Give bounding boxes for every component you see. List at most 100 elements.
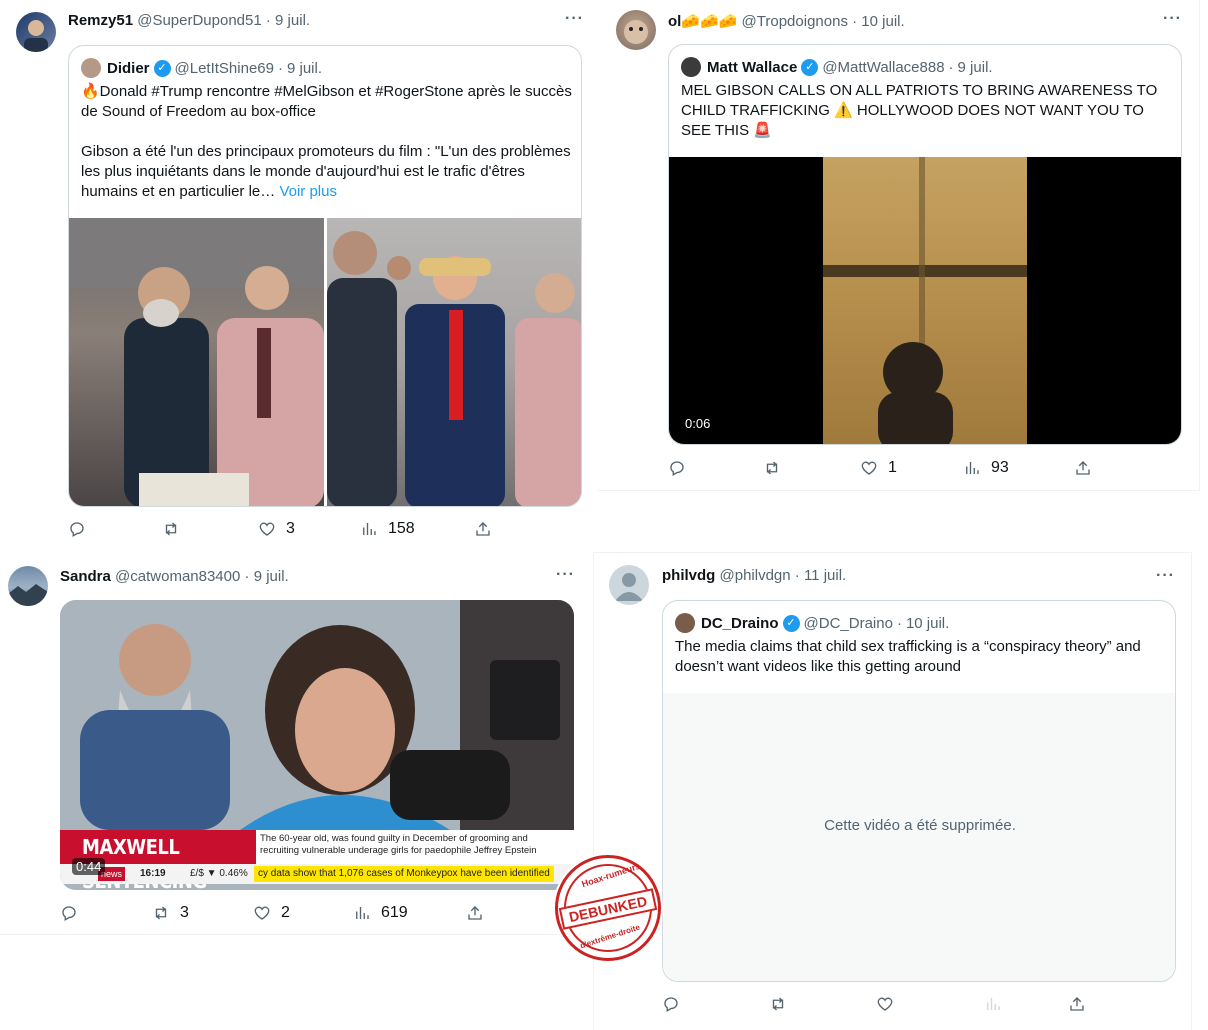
- more-options-icon[interactable]: ···: [556, 566, 575, 584]
- person-avatar-icon: [24, 20, 48, 52]
- video-frame: [823, 157, 1027, 444]
- share-icon: [476, 522, 490, 536]
- author-handle[interactable]: @Tropdoignons: [742, 13, 848, 30]
- heart-icon: [259, 522, 275, 536]
- photo-trump-stone[interactable]: [327, 218, 581, 506]
- share-button[interactable]: [1074, 459, 1092, 477]
- quoted-handle[interactable]: @DC_Draino: [804, 615, 893, 632]
- reply-button[interactable]: [60, 904, 88, 922]
- hamster-avatar-icon: [624, 20, 648, 44]
- views-chart-icon: [356, 907, 369, 919]
- views-button[interactable]: 158: [360, 520, 415, 538]
- tweet-ol[interactable]: ol🧀🧀🧀 @Tropdoignons · 10 juil. ··· Matt …: [598, 0, 1200, 491]
- quoted-date: 9 juil.: [286, 59, 323, 77]
- like-count: 2: [281, 904, 290, 921]
- quoted-tweet[interactable]: Matt Wallace ✓ @MattWallace888 · 9 juil.…: [668, 44, 1182, 445]
- tweet-header: ol🧀🧀🧀 @Tropdoignons · 10 juil.: [668, 13, 905, 30]
- quoted-text: MEL GIBSON CALLS ON ALL PATRIOTS TO BRIN…: [681, 82, 1158, 139]
- avatar[interactable]: [609, 565, 649, 605]
- quoted-avatar[interactable]: [681, 57, 701, 77]
- quoted-header: Matt Wallace ✓ @MattWallace888 · 9 juil.: [681, 57, 993, 77]
- tweet-sandra[interactable]: Sandra @catwoman83400 · 9 juil. ··· MAXW…: [0, 552, 593, 935]
- retweet-icon: [165, 522, 177, 536]
- author-name[interactable]: ol🧀🧀🧀: [668, 13, 737, 30]
- author-name[interactable]: Remzy51: [68, 12, 133, 29]
- retweet-icon: [155, 906, 167, 920]
- tweet-header: philvdg @philvdgn · 11 juil.: [662, 567, 847, 584]
- removed-video-placeholder: Cette vidéo a été supprimée.: [663, 693, 1175, 981]
- retweet-button[interactable]: [162, 520, 190, 538]
- views-button[interactable]: 93: [963, 459, 1009, 477]
- heart-icon: [861, 461, 877, 475]
- video-player[interactable]: MAXWELL SENTENCING The 60-year old, was …: [60, 600, 574, 890]
- reply-button[interactable]: [662, 995, 680, 1013]
- views-button[interactable]: 619: [353, 904, 408, 922]
- views-button[interactable]: [984, 995, 1002, 1013]
- quoted-text-line2: Gibson a été l'un des principaux promote…: [81, 143, 571, 200]
- tweet-date[interactable]: 10 juil.: [861, 13, 904, 30]
- news-ticker: news 16:19 £/$ ▼ 0.46% cy data show that…: [60, 864, 574, 884]
- avatar[interactable]: [616, 10, 656, 50]
- heart-icon: [877, 997, 893, 1011]
- default-avatar-icon: [615, 573, 643, 601]
- quoted-text: 🔥Donald #Trump rencontre #MelGibson et #…: [81, 82, 573, 202]
- quoted-avatar[interactable]: [675, 613, 695, 633]
- like-button[interactable]: 3: [258, 520, 295, 538]
- lower-third: MAXWELL SENTENCING The 60-year old, was …: [60, 830, 574, 890]
- quoted-name[interactable]: DC_Draino: [701, 615, 779, 632]
- tweet-remzy51[interactable]: Remzy51 @SuperDupond51 · 9 juil. ··· Did…: [0, 0, 598, 548]
- video-player[interactable]: 0:06: [669, 157, 1181, 444]
- removed-video-notice: Cette vidéo a été supprimée.: [824, 817, 1016, 834]
- quoted-name[interactable]: Matt Wallace: [707, 59, 797, 76]
- tweet-header: Remzy51 @SuperDupond51 · 9 juil.: [68, 12, 311, 29]
- photo-content: [69, 218, 324, 506]
- view-count: 158: [388, 520, 415, 537]
- video-duration: 0:06: [681, 415, 715, 432]
- retweet-button[interactable]: [769, 995, 787, 1013]
- retweet-button[interactable]: [763, 459, 791, 477]
- retweet-count: 3: [180, 904, 189, 921]
- like-button[interactable]: 2: [253, 904, 290, 922]
- verified-badge-icon: ✓: [782, 614, 800, 632]
- like-button[interactable]: [876, 995, 894, 1013]
- reply-button[interactable]: [68, 520, 96, 538]
- views-chart-icon: [966, 462, 979, 474]
- photo-gibson-stone[interactable]: [69, 218, 324, 506]
- quoted-name[interactable]: Didier: [107, 60, 150, 77]
- quoted-avatar[interactable]: [81, 58, 101, 78]
- news-caption: The 60-year old, was found guilty in Dec…: [260, 833, 537, 856]
- tweet-philvdg[interactable]: philvdg @philvdgn · 11 juil. ··· DC_Drai…: [593, 552, 1192, 1030]
- tweet-date[interactable]: 9 juil.: [254, 568, 289, 585]
- more-options-icon[interactable]: ···: [1163, 10, 1182, 28]
- avatar[interactable]: [16, 12, 56, 52]
- tweet-date[interactable]: 11 juil.: [804, 567, 846, 584]
- author-name[interactable]: philvdg: [662, 567, 715, 584]
- author-handle[interactable]: @SuperDupond51: [137, 12, 261, 29]
- retweet-icon: [772, 997, 784, 1011]
- show-more-link[interactable]: Voir plus: [279, 183, 337, 200]
- quoted-handle[interactable]: @LetItShine69: [175, 60, 274, 77]
- like-button[interactable]: 1: [860, 459, 897, 477]
- author-name[interactable]: Sandra: [60, 568, 111, 585]
- reply-button[interactable]: [668, 459, 696, 477]
- heart-icon: [254, 906, 270, 920]
- avatar[interactable]: [8, 566, 48, 606]
- share-button[interactable]: [466, 904, 484, 922]
- share-button[interactable]: [1068, 995, 1086, 1013]
- tweet-date[interactable]: 9 juil.: [275, 12, 310, 29]
- quoted-handle[interactable]: @MattWallace888: [822, 59, 944, 76]
- more-options-icon[interactable]: ···: [1156, 567, 1175, 585]
- more-options-icon[interactable]: ···: [565, 10, 584, 28]
- like-count: 1: [888, 459, 897, 476]
- author-handle[interactable]: @catwoman83400: [115, 568, 240, 585]
- like-count: 3: [286, 520, 295, 537]
- quoted-tweet[interactable]: Didier ✓ @LetItShine69 · 9 juil. 🔥Donald…: [68, 45, 582, 507]
- share-button[interactable]: [474, 520, 492, 538]
- quoted-tweet[interactable]: DC_Draino ✓ @DC_Draino · 10 juil. The me…: [662, 600, 1176, 982]
- view-count: 93: [991, 459, 1009, 476]
- retweet-icon: [766, 461, 778, 475]
- verified-badge-icon: ✓: [153, 59, 171, 77]
- retweet-button[interactable]: 3: [152, 904, 189, 922]
- author-handle[interactable]: @philvdgn: [720, 567, 791, 584]
- photo-content: [327, 231, 581, 506]
